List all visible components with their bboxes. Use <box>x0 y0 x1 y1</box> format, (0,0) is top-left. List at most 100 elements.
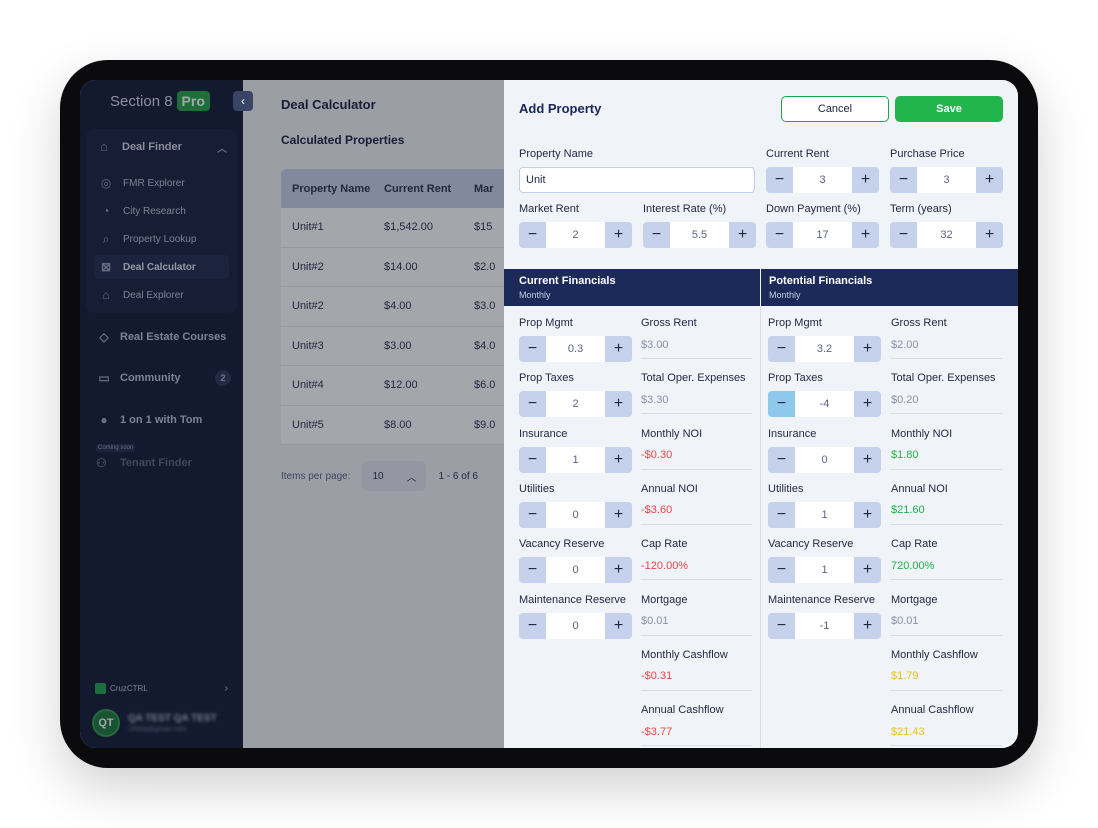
decrement-button[interactable]: − <box>519 557 546 584</box>
potential-input-label: Vacancy Reserve <box>768 538 854 551</box>
decrement-button[interactable]: − <box>768 446 795 473</box>
decrement-button[interactable]: − <box>768 501 795 528</box>
collapse-sidebar-button[interactable]: ‹ <box>233 91 253 111</box>
current-metric-value: $0.01 <box>641 608 752 636</box>
stepper-value[interactable]: 0 <box>795 446 854 473</box>
decrement-button[interactable]: − <box>519 612 546 639</box>
potential-stepper: −1 + <box>768 557 881 584</box>
purchase-price-label: Purchase Price <box>890 148 965 160</box>
increment-button[interactable]: + <box>852 167 879 193</box>
current-financials-title: Current Financials <box>519 275 616 287</box>
decrement-button[interactable]: − <box>768 612 795 639</box>
stepper-value[interactable]: 0 <box>546 557 605 584</box>
current-input-label: Prop Mgmt <box>519 317 573 329</box>
interest-rate-stepper: − 5.5 + <box>643 222 756 248</box>
decrement-button[interactable]: − <box>768 391 795 418</box>
purchase-price-stepper: − 3 + <box>890 167 1003 193</box>
stepper-value[interactable]: 5.5 <box>670 222 729 248</box>
decrement-button[interactable]: − <box>519 501 546 528</box>
current-input-label: Vacancy Reserve <box>519 538 605 551</box>
potential-metric-label: Mortgage <box>891 593 938 606</box>
increment-button[interactable]: + <box>605 391 632 418</box>
stepper-value[interactable]: 2 <box>546 391 605 418</box>
decrement-button[interactable]: − <box>766 167 793 193</box>
current-metric-value: -$0.30 <box>641 442 752 470</box>
current-metric-value: -$0.31 <box>641 663 752 691</box>
increment-button[interactable]: + <box>854 336 881 362</box>
increment-button[interactable]: + <box>605 222 632 248</box>
increment-button[interactable]: + <box>729 222 756 248</box>
current-metric-value: $3.00 <box>641 331 752 359</box>
stepper-value[interactable]: 17 <box>793 222 852 248</box>
stepper-value[interactable]: 1 <box>795 557 854 584</box>
increment-button[interactable]: + <box>976 222 1003 248</box>
property-name-input[interactable]: Unit <box>519 167 755 193</box>
market-rent-label: Market Rent <box>519 203 579 215</box>
column-divider <box>760 306 761 748</box>
current-input-label: Maintenance Reserve <box>519 593 627 606</box>
potential-metric-label: Annual Cashflow <box>891 704 974 717</box>
stepper-value[interactable]: 3 <box>917 167 976 193</box>
potential-metric-label: Total Oper. Expenses <box>891 372 996 385</box>
increment-button[interactable]: + <box>854 612 881 639</box>
stepper-value[interactable]: 0 <box>546 612 605 639</box>
increment-button[interactable]: + <box>854 446 881 473</box>
term-stepper: − 32 + <box>890 222 1003 248</box>
decrement-button[interactable]: − <box>519 336 546 362</box>
decrement-button[interactable]: − <box>643 222 670 248</box>
stepper-value[interactable]: -4 <box>795 391 854 418</box>
increment-button[interactable]: + <box>605 336 632 362</box>
potential-stepper: −0 + <box>768 446 881 473</box>
cancel-button[interactable]: Cancel <box>781 96 889 122</box>
potential-input-label: Maintenance Reserve <box>768 593 876 606</box>
decrement-button[interactable]: − <box>768 557 795 584</box>
increment-button[interactable]: + <box>852 222 879 248</box>
potential-metric-label: Monthly NOI <box>891 427 953 440</box>
decrement-button[interactable]: − <box>519 446 546 473</box>
potential-metric-label: Cap Rate <box>891 538 938 551</box>
decrement-button[interactable]: − <box>890 222 917 248</box>
potential-metric-value: $21.60 <box>891 497 1002 525</box>
potential-financials-header: Potential Financials Monthly <box>761 269 1018 306</box>
decrement-button[interactable]: − <box>519 391 546 418</box>
current-stepper: −0 + <box>519 501 632 528</box>
app-screen: Section 8 Pro ⌂ Deal Finder ︿ ◎ FMR Expl… <box>80 80 1018 748</box>
decrement-button[interactable]: − <box>519 222 546 248</box>
current-stepper: −0 + <box>519 612 632 639</box>
chevron-left-icon: ‹ <box>241 94 245 108</box>
potential-metric-value: $1.79 <box>891 663 1002 691</box>
increment-button[interactable]: + <box>605 446 632 473</box>
interest-rate-label: Interest Rate (%) <box>643 203 727 215</box>
decrement-button[interactable]: − <box>890 167 917 193</box>
stepper-value[interactable]: 32 <box>917 222 976 248</box>
down-payment-stepper: − 17 + <box>766 222 879 248</box>
save-button[interactable]: Save <box>895 96 1003 122</box>
stepper-value[interactable]: 1 <box>546 446 605 473</box>
decrement-button[interactable]: − <box>768 336 795 362</box>
current-metric-label: Annual NOI <box>641 482 698 495</box>
stepper-value[interactable]: 0 <box>546 501 605 528</box>
increment-button[interactable]: + <box>605 557 632 584</box>
potential-input-label: Utilities <box>768 482 804 495</box>
decrement-button[interactable]: − <box>766 222 793 248</box>
increment-button[interactable]: + <box>854 501 881 528</box>
stepper-value[interactable]: 3.2 <box>795 336 854 362</box>
current-metric-label: Mortgage <box>641 593 688 606</box>
stepper-value[interactable]: 0.3 <box>546 336 605 362</box>
current-metric-label: Cap Rate <box>641 538 688 551</box>
current-stepper: −0.3 + <box>519 336 632 362</box>
increment-button[interactable]: + <box>854 391 881 418</box>
increment-button[interactable]: + <box>605 501 632 528</box>
current-metric-value: -$3.77 <box>641 718 752 747</box>
increment-button[interactable]: + <box>976 167 1003 193</box>
increment-button[interactable]: + <box>605 612 632 639</box>
panel-title: Add Property <box>519 101 602 116</box>
stepper-value[interactable]: 2 <box>546 222 605 248</box>
current-input-label: Prop Taxes <box>519 372 574 385</box>
stepper-value[interactable]: -1 <box>795 612 854 639</box>
stepper-value[interactable]: 3 <box>793 167 852 193</box>
increment-button[interactable]: + <box>854 557 881 584</box>
potential-metric-value: $0.20 <box>891 386 1002 415</box>
potential-stepper: − -4 + <box>768 391 881 418</box>
stepper-value[interactable]: 1 <box>795 501 854 528</box>
